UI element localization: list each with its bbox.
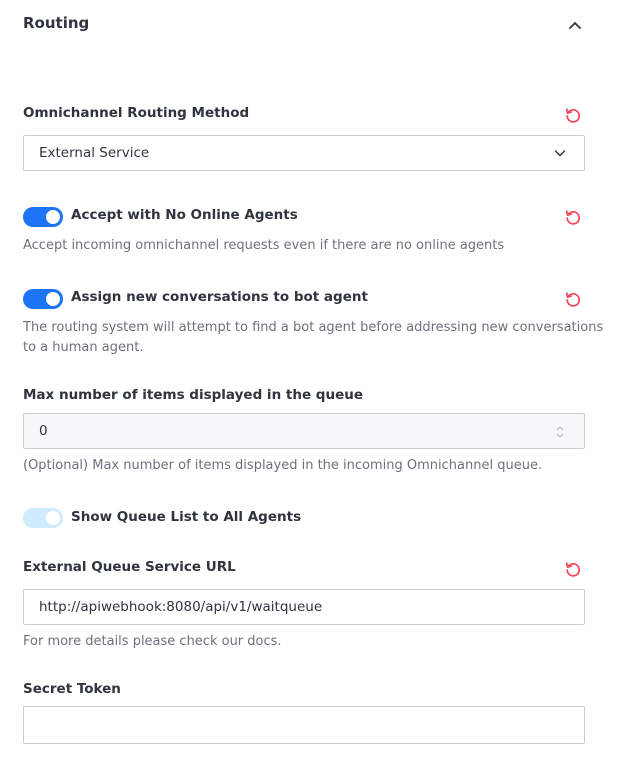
max-items-hint: (Optional) Max number of items displayed… <box>23 458 543 473</box>
chevron-down-icon <box>554 150 566 157</box>
queue-url-label: External Queue Service URL <box>23 559 236 575</box>
routing-method-label: Omnichannel Routing Method <box>23 105 250 121</box>
accept-no-online-label: Accept with No Online Agents <box>71 207 298 223</box>
reset-icon[interactable] <box>564 208 582 226</box>
assign-bot-hint-line2: to a human agent. <box>23 340 144 355</box>
toggle-knob <box>46 292 60 306</box>
reset-icon[interactable] <box>564 290 582 308</box>
show-queue-label: Show Queue List to All Agents <box>71 509 302 525</box>
max-items-input[interactable]: 0 <box>23 413 585 449</box>
assign-bot-hint-line1: The routing system will attempt to find … <box>23 320 604 335</box>
routing-method-value: External Service <box>39 145 150 161</box>
secret-token-input[interactable] <box>23 706 585 744</box>
reset-icon[interactable] <box>564 560 582 578</box>
accept-no-online-toggle[interactable] <box>23 207 63 227</box>
toggle-knob <box>46 511 60 525</box>
show-queue-toggle[interactable] <box>23 508 63 528</box>
section-title: Routing <box>23 14 90 32</box>
assign-bot-toggle[interactable] <box>23 289 63 309</box>
assign-bot-label: Assign new conversations to bot agent <box>71 289 368 305</box>
stepper-icon[interactable] <box>554 424 566 440</box>
max-items-value: 0 <box>39 423 48 439</box>
queue-url-input[interactable]: http://apiwebhook:8080/api/v1/waitqueue <box>23 589 585 625</box>
secret-token-label: Secret Token <box>23 681 121 697</box>
accept-no-online-hint: Accept incoming omnichannel requests eve… <box>23 238 505 253</box>
toggle-knob <box>46 210 60 224</box>
reset-icon[interactable] <box>564 106 582 124</box>
chevron-up-icon[interactable] <box>566 16 584 34</box>
queue-url-hint: For more details please check our docs. <box>23 634 282 649</box>
queue-url-value: http://apiwebhook:8080/api/v1/waitqueue <box>39 599 323 615</box>
routing-method-select[interactable]: External Service <box>23 135 585 171</box>
max-items-label: Max number of items displayed in the que… <box>23 387 363 403</box>
